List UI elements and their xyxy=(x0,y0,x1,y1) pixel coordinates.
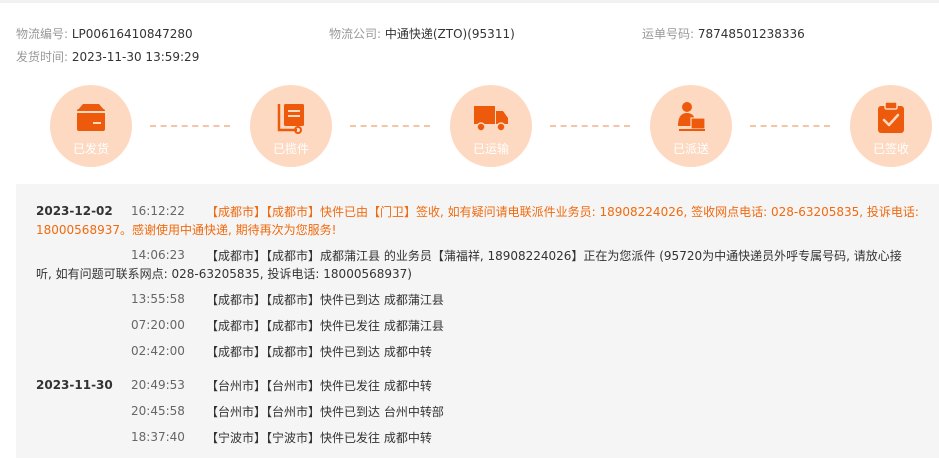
step-connector xyxy=(350,125,430,127)
ship-time-label: 发货时间: xyxy=(16,50,69,64)
timeline-time: 13:55:58 xyxy=(131,292,185,306)
timeline-description: 【成都市】【成都市】快件已发往 成都蒲江县 xyxy=(206,319,444,333)
tracking-number-value: LP00616410847280 xyxy=(71,27,193,41)
step-collected: 已揽件 xyxy=(250,85,332,167)
tracking-number: 物流编号: LP00616410847280 xyxy=(16,25,193,42)
timeline-time: 16:12:22 xyxy=(131,204,185,218)
tracking-number-label: 物流编号: xyxy=(16,27,69,41)
timeline-time: 18:37:40 xyxy=(131,430,185,444)
timeline-description: 【台州市】【台州市】快件已发往 成都中转 xyxy=(206,379,432,393)
step-in-transit: 已运输 xyxy=(450,85,532,167)
timeline-description: 【成都市】【成都市】快件已到达 成都蒲江县 xyxy=(206,293,444,307)
step-signed: 已签收 xyxy=(850,85,932,167)
timeline-description: 【宁波市】【宁波市】快件已发往 成都中转 xyxy=(206,431,432,445)
timeline-time: 20:45:58 xyxy=(131,404,185,418)
clipboard-check-icon xyxy=(878,101,904,133)
ledger-icon xyxy=(277,104,304,134)
timeline-time: 14:06:23 xyxy=(131,248,185,262)
ship-time: 发货时间: 2023-11-30 13:59:29 xyxy=(16,48,199,65)
step-label: 已派送 xyxy=(672,142,709,156)
package-icon xyxy=(77,104,105,131)
step-label: 已签收 xyxy=(872,142,909,156)
step-connector xyxy=(550,125,630,127)
logistics-company-label: 物流公司: xyxy=(329,27,382,41)
waybill-number: 运单号码: 78748501238336 xyxy=(642,25,805,42)
step-label: 已发货 xyxy=(72,142,109,156)
timeline-date: 2023-12-02 xyxy=(36,204,113,218)
logistics-company-value: 中通快递(ZTO)(95311) xyxy=(384,27,515,41)
step-connector xyxy=(750,125,830,127)
tracking-timeline[interactable]: 2023-12-02 16:12:22 【成都市】【成都市】快件已由【门卫】签收… xyxy=(16,184,939,458)
timeline-time: 07:20:00 xyxy=(131,318,185,332)
timeline-time: 20:49:53 xyxy=(131,378,185,392)
courier-icon xyxy=(678,102,706,131)
waybill-number-label: 运单号码: xyxy=(642,27,695,41)
timeline-description: 【成都市】【成都市】快件已由【门卫】签收, 如有疑问请电联派件业务员: 1890… xyxy=(206,205,919,219)
top-divider xyxy=(0,0,939,3)
timeline-date: 2023-11-30 xyxy=(36,378,113,392)
truck-icon xyxy=(474,106,508,132)
timeline-description-continued: 18000568937。感谢使用中通快递, 期待再次为您服务! xyxy=(36,223,337,237)
step-connector xyxy=(150,125,230,127)
step-label: 已揽件 xyxy=(272,142,309,156)
timeline-description-continued: 听, 如有问题可联系网点: 028-63205835, 投诉电话: 180005… xyxy=(36,267,412,281)
timeline-description: 【台州市】【台州市】快件已到达 台州中转部 xyxy=(206,405,444,419)
step-label: 已运输 xyxy=(472,142,509,156)
logistics-company: 物流公司: 中通快递(ZTO)(95311) xyxy=(329,25,515,42)
progress-steps: 已发货 已揽件 已运输 已派送 已签收 xyxy=(0,85,939,175)
ship-time-value: 2023-11-30 13:59:29 xyxy=(71,50,200,64)
step-delivering: 已派送 xyxy=(650,85,732,167)
timeline-time: 02:42:00 xyxy=(131,344,185,358)
timeline-description: 【成都市】【成都市】成都蒲江县 的业务员【蒲福祥, 18908224026】正在… xyxy=(206,249,902,263)
waybill-number-value: 78748501238336 xyxy=(697,27,805,41)
timeline-description: 【成都市】【成都市】快件已到达 成都中转 xyxy=(206,345,432,359)
step-shipped: 已发货 xyxy=(50,85,132,167)
